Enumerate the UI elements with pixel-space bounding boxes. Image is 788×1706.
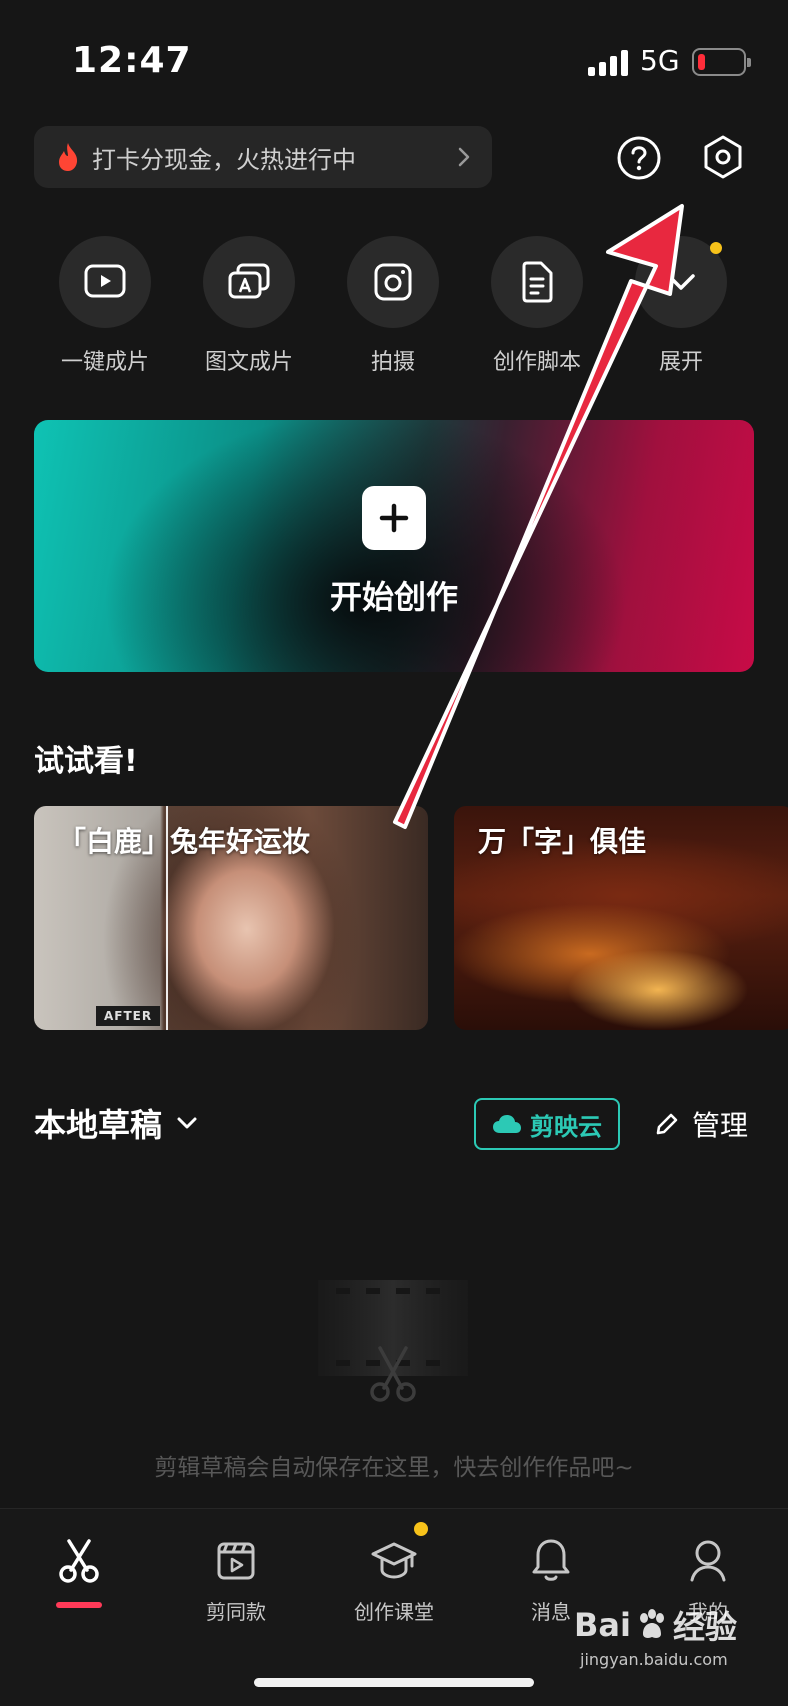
status-time: 12:47 xyxy=(72,40,192,81)
promo-text: 打卡分现金，火热进行中 xyxy=(92,145,356,174)
graduation-cap-icon xyxy=(371,1542,417,1579)
network-type: 5G xyxy=(640,44,680,77)
script-doc-icon xyxy=(522,261,553,303)
template-card-title: 万「字」俱佳 xyxy=(478,825,647,858)
watermark-brand-suffix: 经验 xyxy=(672,1608,737,1646)
quick-action-label: 拍摄 xyxy=(370,350,415,375)
empty-drafts-text: 剪辑草稿会自动保存在这里，快去创作作品吧~ xyxy=(154,1455,634,1481)
user-icon xyxy=(690,1540,726,1582)
fire-icon xyxy=(59,143,78,171)
tab-school[interactable]: 创作课堂 xyxy=(334,1536,454,1625)
tab-templates[interactable]: 剪同款 xyxy=(176,1536,296,1625)
template-card[interactable]: AFTER 「白鹿」兔年好运妆 xyxy=(34,806,428,1030)
chevron-right-icon xyxy=(458,147,470,167)
text-slides-icon xyxy=(228,263,270,299)
pencil-icon xyxy=(656,1113,678,1135)
clapper-play-icon xyxy=(217,1542,255,1580)
scissors-icon xyxy=(59,1539,99,1583)
signal-icon xyxy=(588,48,630,76)
home-indicator xyxy=(254,1678,534,1687)
cloud-icon xyxy=(493,1115,521,1133)
after-badge: AFTER xyxy=(96,1006,161,1026)
notification-dot xyxy=(414,1522,428,1536)
quick-action-label: 一键成片 xyxy=(60,350,149,375)
camera-icon xyxy=(374,263,412,301)
chevron-down-icon xyxy=(177,1117,197,1129)
empty-drafts-illustration xyxy=(318,1280,468,1402)
manage-button[interactable]: 管理 xyxy=(654,1104,748,1144)
manage-label: 管理 xyxy=(692,1109,749,1142)
paw-icon xyxy=(639,1609,664,1638)
chevron-down-icon xyxy=(667,274,695,290)
template-card[interactable]: 万「字」俱佳 xyxy=(454,806,788,1030)
watermark-url: jingyan.baidu.com xyxy=(580,1650,728,1669)
template-card-title: 「白鹿」兔年好运妆 xyxy=(58,825,311,858)
drafts-dropdown[interactable]: 本地草稿 xyxy=(34,1100,198,1146)
tab-label: 创作课堂 xyxy=(354,1600,434,1624)
quick-action-label: 展开 xyxy=(658,350,703,375)
quick-action-script[interactable]: 创作脚本 xyxy=(482,236,592,376)
battery-icon xyxy=(692,48,751,76)
promo-banner[interactable]: 打卡分现金，火热进行中 xyxy=(34,126,492,188)
start-create-label: 开始创作 xyxy=(329,578,458,616)
play-box-icon xyxy=(84,264,126,298)
help-icon[interactable] xyxy=(616,135,662,181)
plus-icon xyxy=(362,486,426,550)
baidu-watermark: Bai 经验 jingyan.baidu.com xyxy=(574,1602,774,1669)
quick-action-text-to-video[interactable]: 图文成片 xyxy=(194,236,304,376)
active-tab-indicator xyxy=(56,1602,102,1608)
settings-icon[interactable] xyxy=(700,134,746,180)
watermark-brand: Bai xyxy=(574,1606,631,1644)
tab-label: 剪同款 xyxy=(206,1600,266,1624)
start-create-button[interactable]: 开始创作 xyxy=(34,420,754,672)
quick-action-label: 图文成片 xyxy=(204,350,293,375)
bell-icon xyxy=(532,1539,570,1581)
cloud-label: 剪映云 xyxy=(530,1112,602,1141)
quick-action-one-click[interactable]: 一键成片 xyxy=(50,236,160,376)
notification-dot xyxy=(710,242,722,254)
drafts-title: 本地草稿 xyxy=(34,1106,163,1144)
quick-action-shoot[interactable]: 拍摄 xyxy=(338,236,448,376)
tab-edit[interactable] xyxy=(19,1536,139,1584)
quick-action-expand[interactable]: 展开 xyxy=(626,236,736,376)
try-section-title: 试试看! xyxy=(34,744,138,779)
cloud-button[interactable]: 剪映云 xyxy=(474,1098,620,1150)
quick-action-label: 创作脚本 xyxy=(492,350,581,375)
